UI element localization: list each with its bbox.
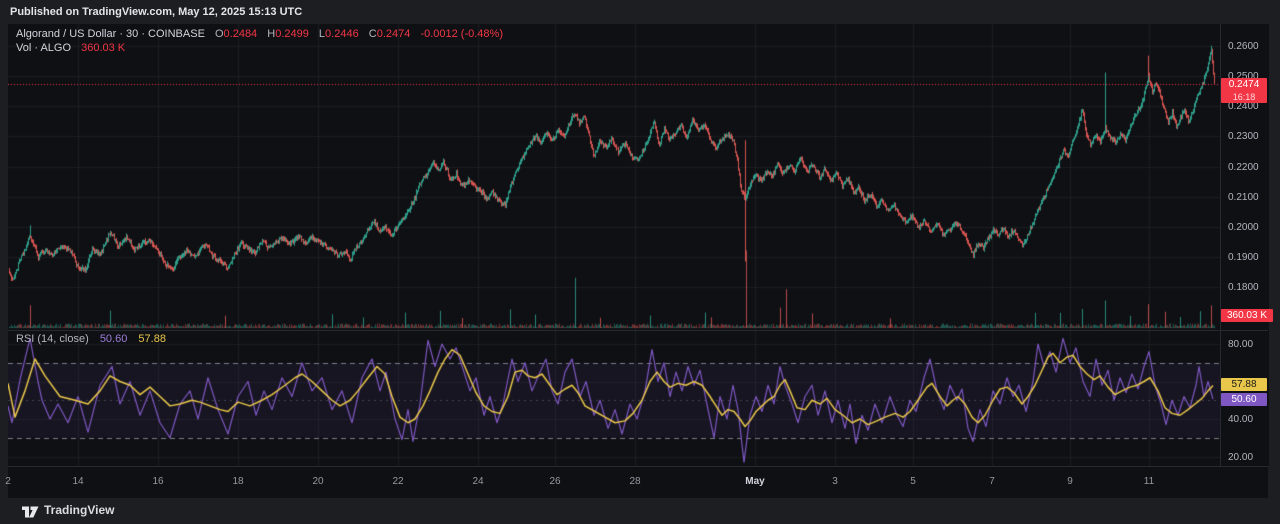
rsi-value: 50.60 (99, 333, 128, 345)
pane-separator[interactable] (8, 330, 1268, 331)
time-axis-label: 24 (472, 476, 484, 487)
low-value: 0.2446 (325, 28, 359, 40)
time-axis-label: 22 (392, 476, 404, 487)
symbol-title[interactable]: Algorand / US Dollar · 30 · COINBASE (16, 28, 205, 40)
tradingview-snapshot: Published on TradingView.com, May 12, 20… (0, 0, 1280, 524)
time-axis-label: 11 (1143, 476, 1155, 487)
rsi-axis-label: 40.00 (1228, 414, 1254, 425)
time-axis-label: 5 (910, 476, 916, 487)
price-axis-label: 0.2000 (1228, 222, 1259, 233)
open-value: 0.2484 (223, 28, 258, 40)
price-axis-label: 0.2300 (1228, 131, 1259, 142)
rsi-title: RSI (14, close) (16, 333, 89, 345)
time-axis-label: 18 (232, 476, 244, 487)
symbol-legend[interactable]: Algorand / US Dollar · 30 · COINBASE O0.… (16, 28, 503, 40)
change-value: -0.0012 (-0.48%) (420, 28, 503, 40)
bar-countdown: 16:18 (1232, 91, 1256, 102)
published-text: Published on TradingView.com, May 12, 20… (10, 6, 303, 18)
time-axis-label: May (745, 476, 765, 487)
rsi-ma-value: 57.88 (138, 333, 166, 345)
time-axis-label: 26 (549, 476, 561, 487)
rsi-legend[interactable]: RSI (14, close) 50.60 57.88 (16, 333, 166, 345)
price-axis-label: 0.2100 (1228, 192, 1259, 203)
time-axis[interactable]: 2 14 16 18 20 22 24 26 28 May 3 5 7 9 11 (5, 466, 1268, 498)
footer-brand[interactable]: TradingView (44, 503, 114, 517)
time-axis-label: 28 (629, 476, 641, 487)
price-axis-label: 0.2200 (1228, 162, 1259, 173)
published-bar: Published on TradingView.com, May 12, 20… (0, 0, 1280, 24)
tradingview-logo-icon[interactable] (22, 505, 39, 523)
time-axis-label: 3 (832, 476, 838, 487)
time-axis-label: 9 (1067, 476, 1073, 487)
time-axis-label: 2 (5, 476, 11, 487)
volume-legend[interactable]: Vol · ALGO 360.03 K (16, 42, 125, 54)
time-axis-label: 16 (152, 476, 164, 487)
close-value: 0.2474 (376, 28, 411, 40)
close-label: C (368, 28, 377, 40)
rsi-axis-label: 80.00 (1228, 339, 1254, 350)
open-label: O (214, 28, 224, 40)
time-axis-label: 14 (72, 476, 84, 487)
high-value: 0.2499 (275, 28, 309, 40)
time-axis-label: 20 (312, 476, 324, 487)
rsi-value-badge: 50.60 (1221, 393, 1267, 407)
price-axis-label: 0.2600 (1228, 41, 1259, 52)
volume-label: Vol · ALGO (16, 42, 72, 54)
last-price-badge: 0.2474 16:18 (1221, 77, 1267, 103)
rsi-ma-badge: 57.88 (1221, 378, 1267, 392)
last-price-value: 0.2474 (1228, 78, 1260, 90)
rsi-pane-canvas[interactable] (8, 330, 1220, 466)
volume-value: 360.03 K (81, 42, 126, 54)
price-pane-canvas[interactable] (8, 24, 1220, 330)
price-axis-label: 0.1900 (1228, 252, 1259, 263)
footer-bar: TradingView (0, 498, 1280, 524)
price-axis-label: 0.1800 (1228, 282, 1259, 293)
rsi-axis-label: 20.00 (1228, 452, 1254, 463)
high-label: H (267, 28, 276, 40)
time-axis-label: 7 (989, 476, 995, 487)
volume-badge: 360.03 K (1221, 309, 1273, 322)
